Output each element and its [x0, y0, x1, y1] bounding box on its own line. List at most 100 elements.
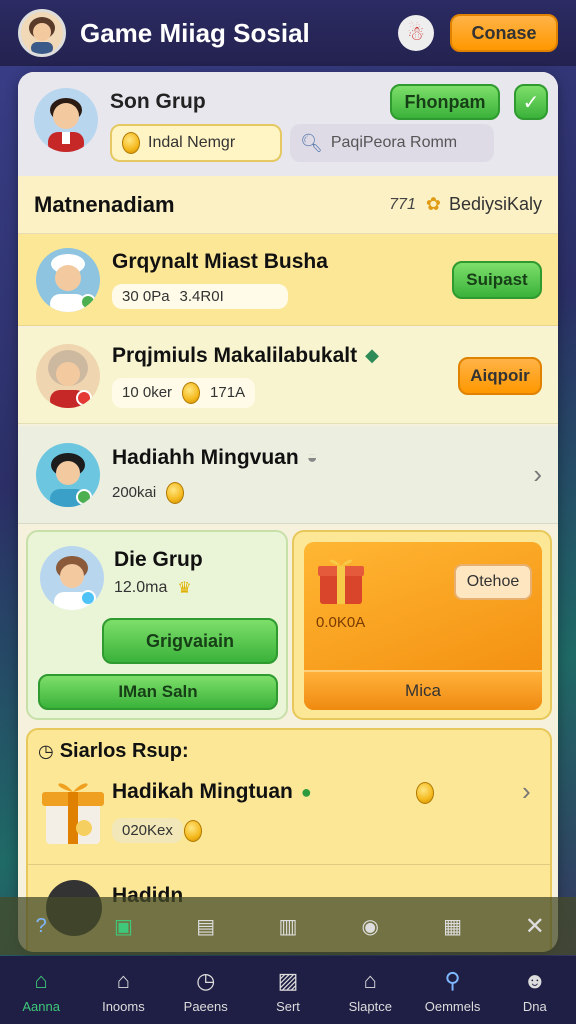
woman-face-icon — [48, 349, 92, 408]
camera-icon[interactable]: ◉ — [355, 911, 385, 941]
coin-icon — [122, 132, 140, 154]
coin-icon — [416, 782, 434, 804]
woman-avatar — [36, 343, 100, 408]
row-title: Hadiahh Mingvuan — [112, 445, 299, 469]
row-title: Hadikah Mingtuan — [112, 780, 293, 803]
home-icon: ⌂ — [34, 967, 48, 993]
bell-icon: ✿ — [425, 194, 441, 214]
help-icon[interactable]: ? — [26, 911, 56, 941]
card-primary-button[interactable]: Grigvaiain — [102, 618, 278, 664]
coin-icon — [184, 820, 202, 842]
search-people-icon: ⚲ — [444, 967, 461, 993]
gift-action-button[interactable]: Mica — [304, 670, 542, 710]
app-title: Game Miiag Sosial — [80, 17, 310, 48]
token-icon: ● — [300, 781, 312, 802]
search-input[interactable]: 🔍︎ PaqiPeora Romm — [290, 124, 494, 162]
row-title: Prqjmiuls Makalilabukalt — [112, 343, 358, 367]
nav-label: Inooms — [102, 998, 145, 1014]
card-title: Die Grup — [114, 548, 203, 571]
nav-label: Aanna — [22, 998, 60, 1014]
card-value-row: 12.0ma ♛ — [114, 578, 192, 598]
row-stats: 30 0Pa 3.4R0I — [112, 284, 288, 309]
row-action-button[interactable]: Suipast — [452, 260, 542, 299]
nav-label: Slaptce — [348, 998, 392, 1014]
nav-label: Oemmels — [424, 998, 481, 1014]
clock-icon: ◷ — [38, 741, 54, 761]
group-name-input[interactable]: Indal Nemgr — [110, 124, 282, 162]
boy-face-icon — [50, 452, 92, 507]
card-avatar — [40, 546, 104, 610]
row-title: Grqynalt Miast Busha — [112, 250, 328, 273]
nav-item-dna[interactable]: ☻ Dna — [499, 967, 571, 1014]
clock-icon: ◷ — [196, 967, 216, 993]
book-icon[interactable]: ▥ — [273, 911, 303, 941]
card-secondary-button[interactable]: IMan Saln — [38, 674, 278, 710]
row-stat: 30 0Pa — [122, 288, 170, 305]
box-icon: ▨ — [277, 967, 299, 993]
row-stat: 020Kex — [122, 822, 173, 839]
bottom-toolbar: ? ▣ ▤ ▥ ◉ ▦ ✕ — [0, 897, 576, 955]
top-bar: Game Miiag Sosial ☃ Conase — [0, 0, 576, 66]
section-two-value: 020Kex — [112, 818, 183, 843]
right-card[interactable]: 0.0K0A Otehoe Mica — [292, 530, 552, 720]
nav-label: Paeens — [183, 998, 228, 1014]
list-item[interactable]: Hadiahh Mingvuan ◒ 200kai › — [18, 426, 558, 524]
person-face-icon — [54, 556, 96, 610]
group-name: Son Grup — [110, 90, 206, 113]
left-card: Die Grup 12.0ma ♛ Grigvaiain IMan Saln — [26, 530, 288, 720]
join-button[interactable]: Fhonpam — [390, 84, 500, 120]
helmet-icon: ◒ — [306, 447, 318, 467]
grid-icon[interactable]: ▦ — [438, 911, 468, 941]
nav-item-sert[interactable]: ▨ Sert — [252, 967, 324, 1014]
divider — [28, 864, 550, 865]
row-stats: 200kai — [112, 481, 533, 504]
nav-item-paeens[interactable]: ◷ Paeens — [170, 967, 242, 1014]
row-action-button[interactable]: Aiqpoir — [458, 356, 542, 395]
house-icon: ⌂ — [116, 967, 131, 993]
gem-icon: ◆ — [365, 345, 379, 365]
gift-box-icon — [318, 559, 364, 604]
main-panel: Son Grup Fhonpam ✓ Indal Nemgr 🔍︎ PaqiPe… — [18, 72, 558, 952]
group-name-input-value: Indal Nemgr — [148, 134, 236, 151]
boy-avatar — [36, 442, 100, 507]
man-face-icon — [48, 98, 84, 152]
card-value: 12.0ma — [114, 579, 168, 596]
row-stat: 171A — [210, 384, 246, 401]
section-two-row[interactable]: Hadikah Mingtuan ● — [112, 780, 312, 804]
row-stat: 200kai — [112, 484, 157, 501]
nav-item-oemmels[interactable]: ⚲ Oemmels — [417, 967, 489, 1014]
crown-icon: ♛ — [177, 580, 192, 597]
top-action-button[interactable]: Conase — [450, 14, 558, 52]
stack-icon[interactable]: ▤ — [191, 911, 221, 941]
check-icon[interactable]: ✓ — [514, 84, 548, 120]
row-stat: 10 0ker — [122, 384, 173, 401]
search-placeholder: PaqiPeora Romm — [330, 134, 458, 151]
section-two-title: Siarlos Rsup: — [59, 740, 189, 762]
gift-value: 0.0K0A — [316, 614, 366, 631]
coin-icon — [182, 381, 201, 404]
row-stat: 3.4R0I — [179, 288, 224, 305]
robot-icon[interactable]: ☃ — [398, 15, 434, 51]
chevron-right-icon[interactable]: › — [522, 776, 531, 807]
list-item[interactable]: Grqynalt Miast Busha 30 0Pa 3.4R0I Suipa… — [18, 234, 558, 326]
section-title: Matnenadiam — [34, 191, 175, 217]
bag-icon[interactable]: ▣ — [108, 911, 138, 941]
chevron-right-icon[interactable]: › — [533, 459, 542, 490]
group-avatar — [34, 88, 98, 152]
list-item[interactable]: Prqjmiuls Makalilabukalt ◆ 10 0ker 171A … — [18, 328, 558, 424]
nav-item-slaptce[interactable]: ⌂ Slaptce — [334, 967, 406, 1014]
nav-item-home[interactable]: ⌂ Aanna — [5, 967, 77, 1014]
nav-item-inooms[interactable]: ⌂ Inooms — [87, 967, 159, 1014]
profile-avatar[interactable] — [18, 9, 66, 57]
gift-banner: 0.0K0A Otehoe Mica — [304, 542, 542, 710]
gift-box-large-icon — [42, 783, 104, 844]
search-icon: 🔍︎ — [300, 132, 323, 153]
close-icon[interactable]: ✕ — [520, 911, 550, 941]
section-meta-label: BediysiKaly — [448, 194, 542, 214]
person-icon: ☻ — [523, 967, 547, 993]
section-two-header: ◷ Siarlos Rsup: — [38, 740, 189, 763]
shop-icon: ⌂ — [363, 967, 377, 993]
gift-badge[interactable]: Otehoe — [454, 564, 532, 600]
row-stats: 10 0ker 171A — [112, 377, 256, 408]
user-face-icon — [21, 12, 63, 54]
